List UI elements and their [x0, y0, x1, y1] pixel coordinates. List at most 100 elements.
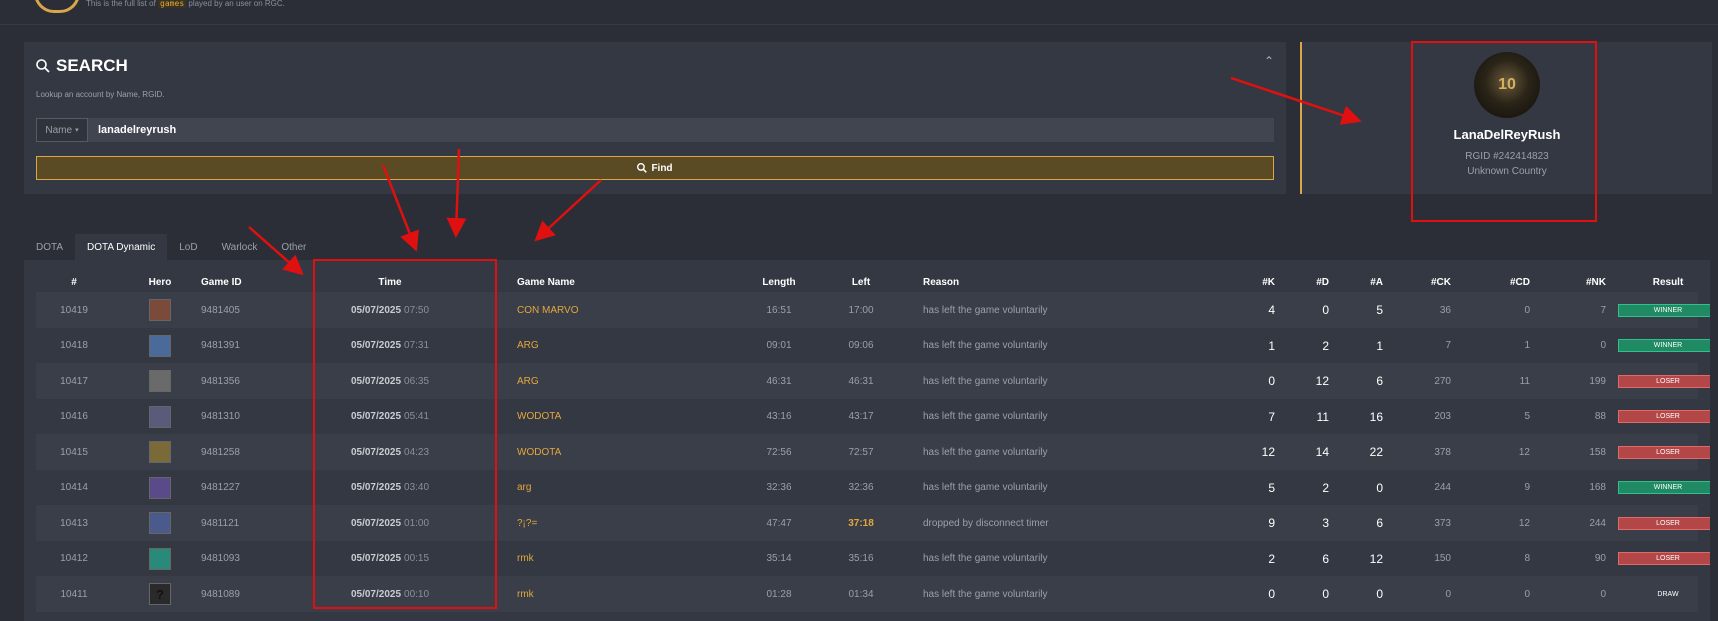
game-date: 05/07/2025 — [350, 411, 402, 422]
table-row[interactable]: 10415 9481258 05/07/2025 04:23 WODOTA 72:56 72… — [36, 434, 1710, 470]
hero-portrait-icon[interactable] — [149, 405, 171, 428]
result-cell: LOSER — [1618, 541, 1710, 577]
game-clock: 06:35 — [404, 375, 430, 387]
hero-portrait-icon[interactable] — [149, 370, 171, 392]
result-badge: DRAW — [1657, 590, 1679, 598]
creep-kills: 373 — [1434, 517, 1451, 529]
tab-dota[interactable]: DOTA — [24, 234, 75, 260]
hero-portrait-icon[interactable] — [149, 547, 171, 570]
game-time: 05/07/2025 04:23 — [300, 434, 480, 470]
profile-name: LanaDelReyRush — [1453, 127, 1561, 142]
tab-dota-dynamic[interactable]: DOTA Dynamic — [75, 234, 168, 260]
game-time: 05/07/2025 03:40 — [300, 470, 480, 506]
deaths: 12 — [1315, 374, 1329, 388]
creep-denies: 5 — [1524, 411, 1530, 422]
game-name-link[interactable]: ?¡?= — [517, 505, 537, 541]
table-row[interactable]: 10416 9481310 05/07/2025 05:41 WODOTA 43:16 43… — [36, 399, 1710, 435]
game-time: 05/07/2025 07:31 — [300, 328, 480, 364]
neutral-kills: 244 — [1589, 517, 1606, 529]
hero-cell: ? — [148, 576, 172, 612]
find-button[interactable]: Find — [36, 156, 1274, 180]
hero-portrait-icon[interactable] — [149, 299, 171, 321]
top-bar: This is the full list of games played by… — [0, 0, 1718, 25]
creep-denies: 11 — [1519, 375, 1530, 387]
table-row[interactable]: 10411? 9481089 05/07/2025 00:10 rmk 01:28 01:3… — [36, 576, 1698, 612]
assists: 0 — [1376, 480, 1383, 495]
game-name-link[interactable]: WODOTA — [517, 434, 561, 470]
game-id: 9481391 — [201, 340, 240, 351]
table-row[interactable]: 10413 9481121 05/07/2025 01:00 ?¡?= 47:47 37:1… — [36, 505, 1710, 541]
game-date: 05/07/2025 — [350, 588, 402, 600]
search-type-dropdown[interactable]: Name ▾ — [36, 118, 88, 142]
games-table: # Hero Game ID Time Game Name Length Lef… — [24, 260, 1710, 621]
neutral-kills: 158 — [1589, 446, 1606, 458]
col-game-name: Game Name — [517, 276, 575, 288]
game-name-link[interactable]: WODOTA — [517, 399, 561, 435]
logo-icon — [34, 0, 80, 13]
table-row[interactable]: 10419 9481405 05/07/2025 07:50 CON MARVO 16:5… — [36, 292, 1710, 328]
collapse-chevron-icon[interactable]: ⌃ — [1264, 54, 1274, 68]
left-time: 35:16 — [848, 553, 874, 564]
game-id: 9481405 — [201, 304, 240, 316]
row-number: 10415 — [60, 446, 88, 458]
col-length: Length — [762, 276, 796, 288]
game-date: 05/07/2025 — [350, 375, 402, 387]
hero-cell — [148, 328, 172, 364]
left-time: 32:36 — [848, 482, 874, 493]
game-length: 01:28 — [766, 588, 792, 600]
creep-kills: 270 — [1434, 375, 1451, 387]
game-length: 32:36 — [766, 482, 792, 493]
game-name-link[interactable]: rmk — [517, 541, 534, 577]
game-length: 43:16 — [766, 411, 792, 422]
search-icon — [36, 59, 50, 73]
result-cell: LOSER — [1618, 363, 1710, 399]
hero-portrait-icon[interactable] — [149, 512, 171, 534]
caret-down-icon: ▾ — [75, 127, 79, 134]
left-time: 46:31 — [848, 375, 874, 387]
game-name-link[interactable]: rmk — [517, 576, 534, 612]
hero-portrait-icon[interactable] — [149, 334, 171, 357]
kills: 12 — [1261, 445, 1275, 459]
col-game-id: Game ID — [201, 276, 242, 288]
assists: 6 — [1376, 374, 1383, 388]
tab-lod[interactable]: LoD — [167, 234, 209, 260]
hero-portrait-icon[interactable] — [149, 441, 171, 463]
table-row[interactable]: 10412 9481093 05/07/2025 00:15 rmk 35:14 35:16… — [36, 541, 1710, 577]
game-length: 09:01 — [766, 340, 792, 351]
game-name-link[interactable]: ARG — [517, 363, 539, 399]
creep-denies: 0 — [1524, 588, 1530, 600]
kills: 2 — [1268, 551, 1275, 566]
game-name-link[interactable]: CON MARVO — [517, 292, 579, 328]
search-input[interactable]: lanadelreyrush — [88, 118, 1274, 142]
game-length: 46:31 — [766, 375, 792, 387]
search-input-group: Name ▾ lanadelreyrush — [36, 118, 1274, 142]
neutral-kills: 90 — [1594, 553, 1606, 564]
avatar: 10 — [1474, 52, 1540, 118]
tab-other[interactable]: Other — [269, 234, 318, 260]
assists: 22 — [1369, 445, 1383, 459]
hero-cell — [148, 541, 172, 577]
assists: 0 — [1376, 587, 1383, 601]
tab-warlock[interactable]: Warlock — [210, 234, 270, 260]
col-num: # — [71, 276, 77, 288]
table-row[interactable]: 10417 9481356 05/07/2025 06:35 ARG 46:31 46:31… — [36, 363, 1710, 399]
result-cell: LOSER — [1618, 399, 1710, 435]
row-number: 10417 — [60, 375, 88, 387]
game-name-link[interactable]: arg — [517, 470, 531, 506]
result-badge: LOSER — [1618, 374, 1710, 388]
leave-reason: has left the game voluntarily — [923, 411, 1048, 422]
table-row[interactable]: 10414 9481227 05/07/2025 03:40 arg 32:36 32:36… — [36, 470, 1710, 506]
table-row[interactable]: 10418 9481391 05/07/2025 07:31 ARG 09:01 09:06… — [36, 328, 1710, 364]
hero-portrait-icon[interactable] — [149, 476, 171, 499]
game-time: 05/07/2025 05:41 — [300, 399, 480, 435]
row-number: 10419 — [60, 304, 88, 316]
col-result: Result — [1652, 276, 1684, 288]
unknown-hero-icon[interactable]: ? — [149, 583, 171, 605]
creep-denies: 12 — [1518, 446, 1530, 458]
game-name-link[interactable]: ARG — [517, 328, 539, 364]
game-time: 05/07/2025 00:15 — [300, 541, 480, 577]
kills: 1 — [1268, 338, 1275, 353]
col-nk: #NK — [1585, 276, 1606, 288]
leave-reason: has left the game voluntarily — [923, 375, 1048, 387]
leave-reason: has left the game voluntarily — [923, 553, 1048, 564]
